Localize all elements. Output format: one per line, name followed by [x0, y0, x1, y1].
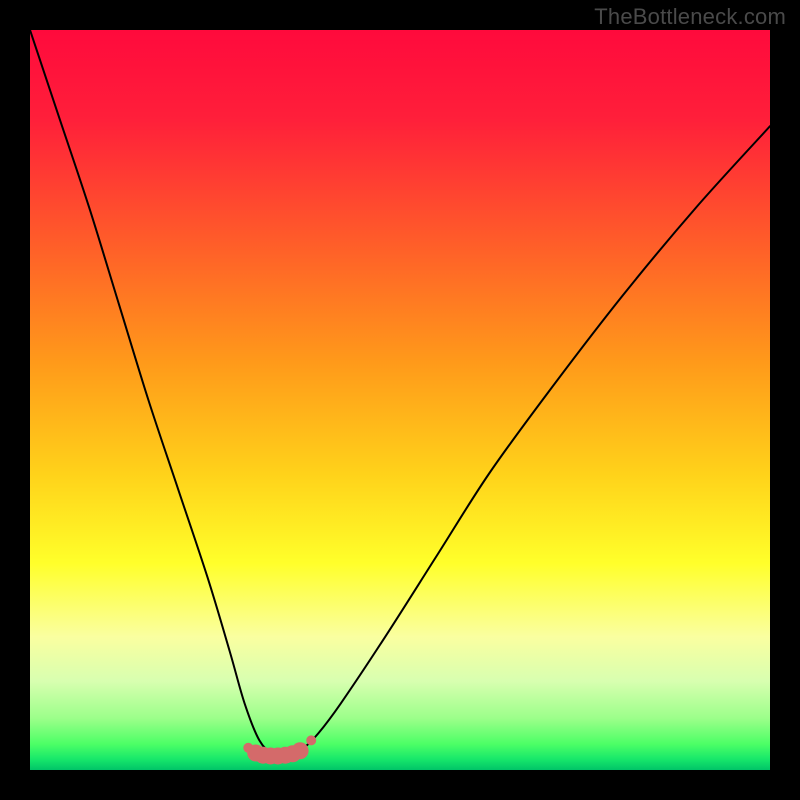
chart-plot-area — [30, 30, 770, 770]
trough-dot — [292, 742, 309, 759]
chart-frame: TheBottleneck.com — [0, 0, 800, 800]
chart-svg — [30, 30, 770, 770]
trough-dot — [306, 735, 316, 745]
chart-background — [30, 30, 770, 770]
watermark-text: TheBottleneck.com — [594, 4, 786, 30]
